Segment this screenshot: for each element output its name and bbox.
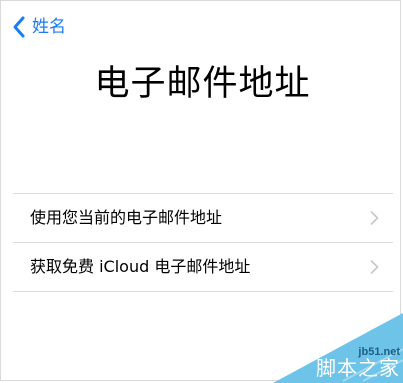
email-options-list: 使用您当前的电子邮件地址 获取免费 iCloud 电子邮件地址 [13, 193, 393, 292]
chevron-right-icon [370, 260, 379, 274]
use-current-email-option[interactable]: 使用您当前的电子邮件地址 [13, 194, 393, 243]
chevron-left-icon [13, 16, 25, 38]
watermark-text: 脚本之家 [316, 356, 400, 380]
option-label: 获取免费 iCloud 电子邮件地址 [30, 257, 251, 276]
back-button-label: 姓名 [32, 17, 66, 37]
get-free-icloud-email-option[interactable]: 获取免费 iCloud 电子邮件地址 [13, 243, 393, 292]
option-label: 使用您当前的电子邮件地址 [30, 208, 223, 227]
site-watermark: jb51.net 脚本之家 [273, 313, 403, 383]
page-title: 电子邮件地址 [94, 64, 311, 104]
chevron-right-icon [370, 211, 379, 225]
back-button[interactable]: 姓名 [11, 14, 66, 40]
